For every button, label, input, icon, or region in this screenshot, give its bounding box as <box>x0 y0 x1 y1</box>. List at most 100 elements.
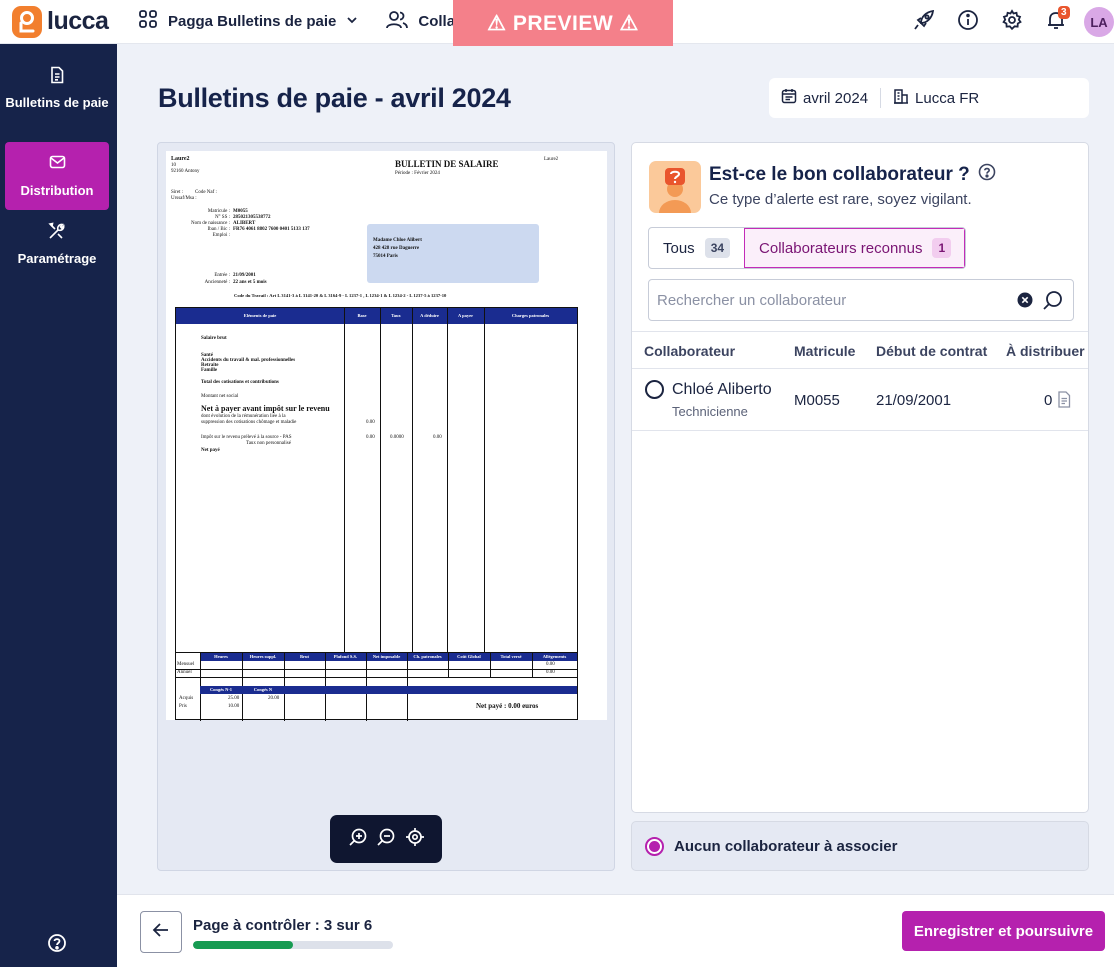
sidebar-item-label: Paramétrage <box>17 251 97 266</box>
net-paid-total: Net payé : 0.00 euros <box>476 702 539 710</box>
tab-label: Collaborateurs reconnus <box>759 239 923 257</box>
totals-row-value: 0.00 <box>546 662 555 667</box>
info-icon <box>957 9 979 36</box>
app-name: Pagga Bulletins de paie <box>168 13 337 30</box>
column-header: Congés N <box>253 687 273 692</box>
clear-search-button[interactable] <box>1011 292 1039 308</box>
unknown-person-icon <box>649 161 701 213</box>
tools-icon <box>48 222 66 246</box>
save-and-continue-button[interactable]: Enregistrer et poursuivre <box>902 911 1105 951</box>
apps-grid-icon <box>138 9 158 34</box>
recipient-line: Madame Chloe Alibert <box>373 238 422 243</box>
zoom-in-icon <box>348 827 368 852</box>
column-divider <box>344 308 345 652</box>
rocket-icon <box>913 9 935 36</box>
collaborator-match-panel: Est-ce le bon collaborateur ? Ce type d’… <box>631 142 1089 813</box>
totals-row-label: Annuel <box>177 670 192 675</box>
settings-button[interactable] <box>990 0 1034 44</box>
leave-row-label: Acquis <box>179 696 194 701</box>
payslip-line: suppression des cotisations chômage et m… <box>201 420 297 425</box>
search-input[interactable] <box>649 291 1011 309</box>
column-header: Congés N-1 <box>209 687 233 692</box>
column-header: Coût Global <box>457 654 481 659</box>
payslip-viewer[interactable]: Laure2 10 92160 Antony BULLETIN DE SALAI… <box>157 142 615 871</box>
zoom-in-button[interactable] <box>347 828 369 850</box>
totals-row-value: 0.00 <box>546 670 555 675</box>
info-button[interactable] <box>946 0 990 44</box>
no-collaborator-option[interactable]: Aucun collaborateur à associer <box>631 821 1089 871</box>
recenter-button[interactable] <box>404 827 426 850</box>
payslip-value: 0.00 <box>433 435 442 440</box>
payslip-value: 0.00 <box>366 420 375 425</box>
collaborator-name: Chloé Aliberto <box>672 381 772 398</box>
seniority-value: 22 ans et 5 mois <box>233 280 267 285</box>
notifications-button[interactable]: 3 <box>1034 0 1078 44</box>
logo-text: lucca <box>47 7 109 35</box>
payslip-line: Montant net social <box>201 394 239 399</box>
entry-value: 21/09/2001 <box>233 273 256 278</box>
search-icon[interactable] <box>1039 289 1067 311</box>
top-actions: 3 LA <box>902 0 1114 44</box>
leave-value: 25.00 <box>228 696 240 701</box>
sidebar-item-parametrage[interactable]: Paramétrage <box>5 222 109 270</box>
preview-banner: ⚠ PREVIEW ⚠ <box>453 0 673 46</box>
collaborators-link[interactable]: Colla <box>386 10 455 34</box>
tab-recognized[interactable]: Collaborateurs reconnus 1 <box>744 228 966 268</box>
payslip-table-header: Eléments de paie Base Taux A déduire A p… <box>176 308 577 324</box>
user-avatar[interactable]: LA <box>1084 7 1114 37</box>
help-button[interactable] <box>46 932 68 959</box>
payslip-table: Eléments de paie Base Taux A déduire A p… <box>175 307 578 721</box>
tab-count-badge: 1 <box>932 238 952 258</box>
collaborator-search <box>648 279 1074 321</box>
sidebar-item-distribution[interactable]: Distribution <box>5 142 109 210</box>
recipient-line: 75014 Paris <box>373 254 398 259</box>
progress-fill <box>193 941 293 949</box>
contract-start: 21/09/2001 <box>876 392 952 409</box>
back-button[interactable] <box>140 911 182 953</box>
users-icon <box>386 10 409 34</box>
leave-header: Congés N-1 Congés N <box>200 686 577 694</box>
sidebar-item-label: Distribution <box>20 183 94 198</box>
building-icon <box>893 88 909 108</box>
period-filter-label: avril 2024 <box>803 89 869 107</box>
zoom-out-icon <box>376 827 396 852</box>
no-collaborator-label: Aucun collaborateur à associer <box>674 837 898 855</box>
zoom-out-button[interactable] <box>375 828 397 850</box>
tab-count-badge: 34 <box>704 238 731 258</box>
column-header: Heures <box>214 654 228 659</box>
alert-title: Est-ce le bon collaborateur ? <box>709 163 996 187</box>
period-filter[interactable]: avril 2024 <box>769 88 880 108</box>
progress-bar <box>193 941 393 949</box>
column-divider <box>532 653 533 678</box>
tab-all[interactable]: Tous 34 <box>649 228 744 268</box>
column-header: Total versé <box>500 654 522 659</box>
footer-bar: Page à contrôler : 3 sur 6 Enregistrer e… <box>117 894 1114 967</box>
app-switcher[interactable]: Pagga Bulletins de paie <box>138 9 358 34</box>
column-header: Eléments de paie <box>243 313 277 318</box>
rocket-button[interactable] <box>902 0 946 44</box>
lucca-logo[interactable]: lucca <box>12 5 130 38</box>
column-header: Matricule <box>794 343 856 359</box>
sidebar-item-bulletins[interactable]: Bulletins de paie <box>5 66 109 128</box>
calendar-icon <box>781 88 797 108</box>
no-collaborator-radio[interactable] <box>645 836 664 856</box>
collaborator-matricule: M0055 <box>794 392 840 409</box>
column-header: A payer <box>457 313 474 318</box>
arrow-left-icon <box>152 922 170 943</box>
table-row[interactable]: Chloé Aliberto Technicienne M0055 21/09/… <box>632 369 1088 431</box>
totals-header: Heures Heures suppl. Brut Plafond S.S. N… <box>200 653 577 661</box>
column-header: Heures suppl. <box>249 654 277 659</box>
column-header: Base <box>357 313 367 318</box>
labor-code: Code du Travail : Art L 3141-3 à L 3141-… <box>234 293 447 298</box>
payslip-title: BULLETIN DE SALAIRE <box>395 159 499 169</box>
column-header: Taux <box>391 313 401 318</box>
table-divider <box>176 669 577 670</box>
column-header: À distribuer <box>1006 343 1085 359</box>
column-header: Début de contrat <box>876 343 988 359</box>
help-circle-icon[interactable] <box>978 163 996 187</box>
company-filter[interactable]: Lucca FR <box>880 88 991 108</box>
collaborator-radio[interactable] <box>645 380 664 399</box>
column-divider <box>380 308 381 652</box>
urssaf-label: Urssaf/Msa : <box>171 196 197 201</box>
leave-row-label: Pris <box>179 704 187 709</box>
